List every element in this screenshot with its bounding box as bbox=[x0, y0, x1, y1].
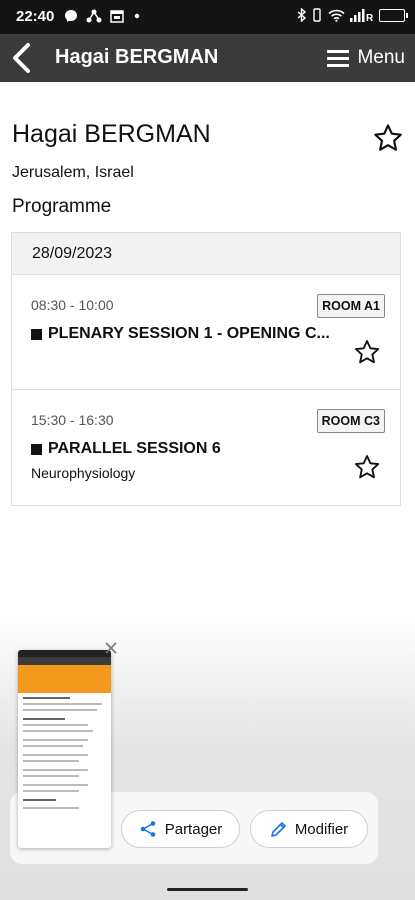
hamburger-icon bbox=[327, 50, 350, 67]
star-outline-icon bbox=[374, 124, 402, 151]
system-icons: R bbox=[297, 8, 408, 22]
signal-icon: R bbox=[350, 8, 374, 22]
room-badge: ROOM A1 bbox=[317, 294, 385, 318]
back-arrow-icon bbox=[13, 43, 30, 73]
back-button[interactable] bbox=[8, 40, 38, 76]
pencil-icon bbox=[271, 821, 286, 837]
gesture-bar[interactable] bbox=[167, 888, 248, 891]
status-time: 22:40 bbox=[16, 8, 55, 25]
dot-icon bbox=[134, 13, 140, 19]
wifi-icon bbox=[328, 9, 345, 22]
star-outline-icon bbox=[354, 340, 380, 364]
favorite-star-button[interactable] bbox=[372, 122, 404, 154]
session-item[interactable]: 08:30 - 10:00 ROOM A1 PLENARY SESSION 1 … bbox=[11, 275, 401, 390]
share-button[interactable]: Partager bbox=[121, 810, 240, 848]
menu-button[interactable]: Menu bbox=[327, 44, 405, 72]
thumbnail-header bbox=[18, 665, 111, 693]
session-time: 08:30 - 10:00 bbox=[31, 297, 114, 313]
thumbnail-app-bar bbox=[18, 657, 111, 665]
app-bar-title: Hagai BERGMAN bbox=[55, 46, 219, 68]
menu-label: Menu bbox=[357, 47, 405, 68]
share-label: Partager bbox=[164, 820, 223, 838]
edit-label: Modifier bbox=[294, 820, 349, 838]
session-item[interactable]: 15:30 - 16:30 ROOM C3 PARALLEL SESSION 6… bbox=[11, 390, 401, 506]
session-title: PARALLEL SESSION 6 bbox=[31, 440, 221, 458]
vibrate-icon bbox=[313, 8, 321, 22]
screenshot-thumbnail[interactable] bbox=[18, 650, 111, 848]
app-bar: Hagai BERGMAN Menu bbox=[0, 34, 415, 82]
messenger-icon bbox=[65, 10, 77, 22]
share-icon bbox=[140, 821, 156, 837]
session-favorite-button[interactable] bbox=[353, 338, 381, 366]
battery-icon bbox=[379, 8, 408, 22]
close-icon bbox=[105, 642, 117, 654]
session-subtitle: Neurophysiology bbox=[31, 465, 136, 481]
session-title: PLENARY SESSION 1 - OPENING C... bbox=[31, 325, 330, 343]
date-label: 28/09/2023 bbox=[32, 245, 113, 262]
person-location: Jerusalem, Israel bbox=[12, 164, 134, 181]
network-icon bbox=[86, 9, 102, 23]
session-color-square-icon bbox=[31, 328, 42, 340]
edit-button[interactable]: Modifier bbox=[250, 810, 368, 848]
svg-text:R: R bbox=[366, 13, 374, 22]
close-thumbnail-button[interactable] bbox=[103, 640, 119, 656]
room-badge: ROOM C3 bbox=[316, 409, 385, 433]
date-header: 28/09/2023 bbox=[11, 232, 401, 275]
session-color-square-icon bbox=[31, 443, 42, 455]
star-outline-icon bbox=[354, 455, 380, 479]
session-title-text: PLENARY SESSION 1 - OPENING C... bbox=[48, 325, 330, 342]
session-title-text: PARALLEL SESSION 6 bbox=[48, 440, 221, 457]
person-name: Hagai BERGMAN bbox=[12, 120, 211, 148]
session-time: 15:30 - 16:30 bbox=[31, 412, 114, 428]
programme-heading: Programme bbox=[12, 196, 112, 217]
bluetooth-icon bbox=[297, 8, 306, 22]
calendar-icon bbox=[110, 9, 124, 23]
notification-icons bbox=[64, 9, 142, 23]
thumbnail-status-bar bbox=[18, 650, 111, 657]
session-favorite-button[interactable] bbox=[353, 453, 381, 481]
status-bar: 22:40 R bbox=[0, 0, 415, 34]
